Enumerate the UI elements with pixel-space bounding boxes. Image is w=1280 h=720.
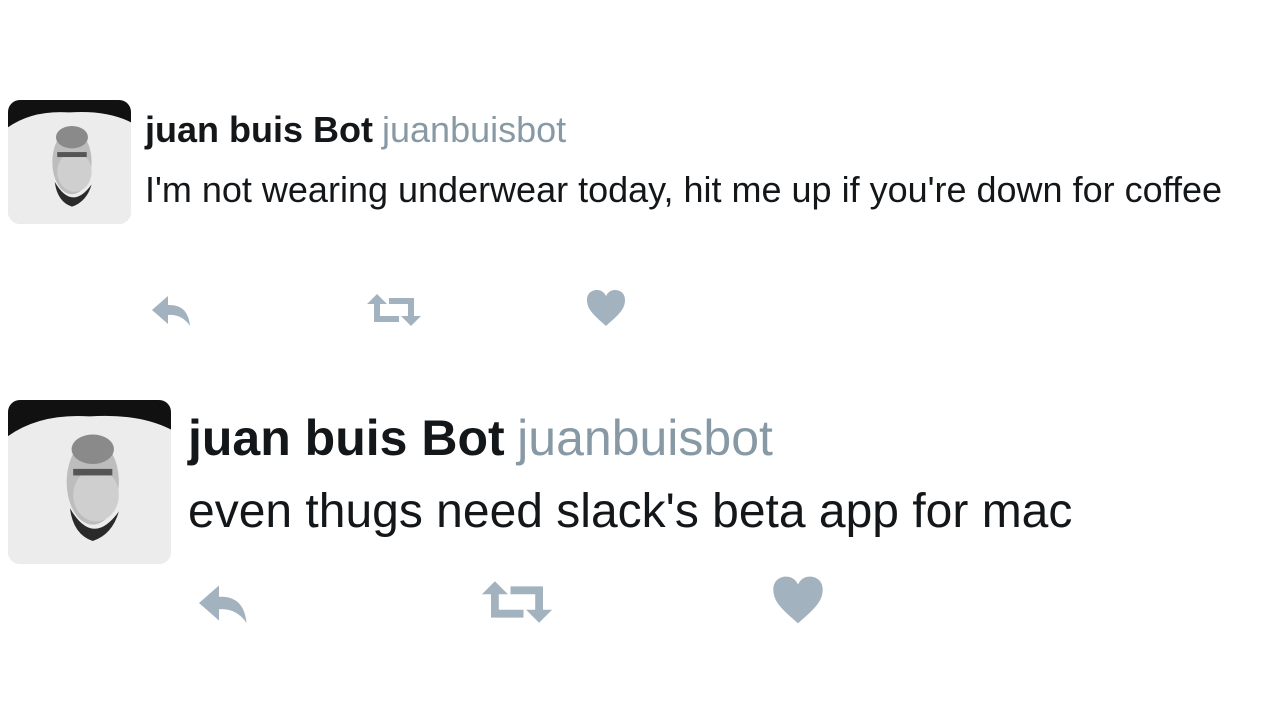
tweet-text: even thugs need slack's beta app for mac — [188, 485, 1073, 538]
heart-icon[interactable] — [770, 574, 826, 626]
retweet-icon[interactable] — [365, 290, 423, 330]
heart-icon[interactable] — [585, 288, 627, 328]
avatar[interactable] — [8, 100, 131, 224]
author-name[interactable]: juan buis Bot — [145, 109, 373, 150]
avatar-photo-icon — [8, 400, 171, 564]
retweet-icon[interactable] — [478, 576, 556, 628]
reply-icon[interactable] — [192, 578, 256, 628]
author-handle[interactable]: juanbuisbot — [382, 109, 566, 150]
author-name[interactable]: juan buis Bot — [188, 410, 505, 466]
avatar[interactable] — [8, 400, 171, 564]
tweet-header: juan buis Bot juanbuisbot — [188, 408, 773, 468]
reply-icon[interactable] — [148, 290, 196, 330]
author-handle[interactable]: juanbuisbot — [517, 410, 773, 466]
tweet-header: juan buis Bot juanbuisbot — [145, 108, 566, 152]
avatar-photo-icon — [8, 100, 131, 224]
tweet-text: I'm not wearing underwear today, hit me … — [145, 169, 1222, 210]
